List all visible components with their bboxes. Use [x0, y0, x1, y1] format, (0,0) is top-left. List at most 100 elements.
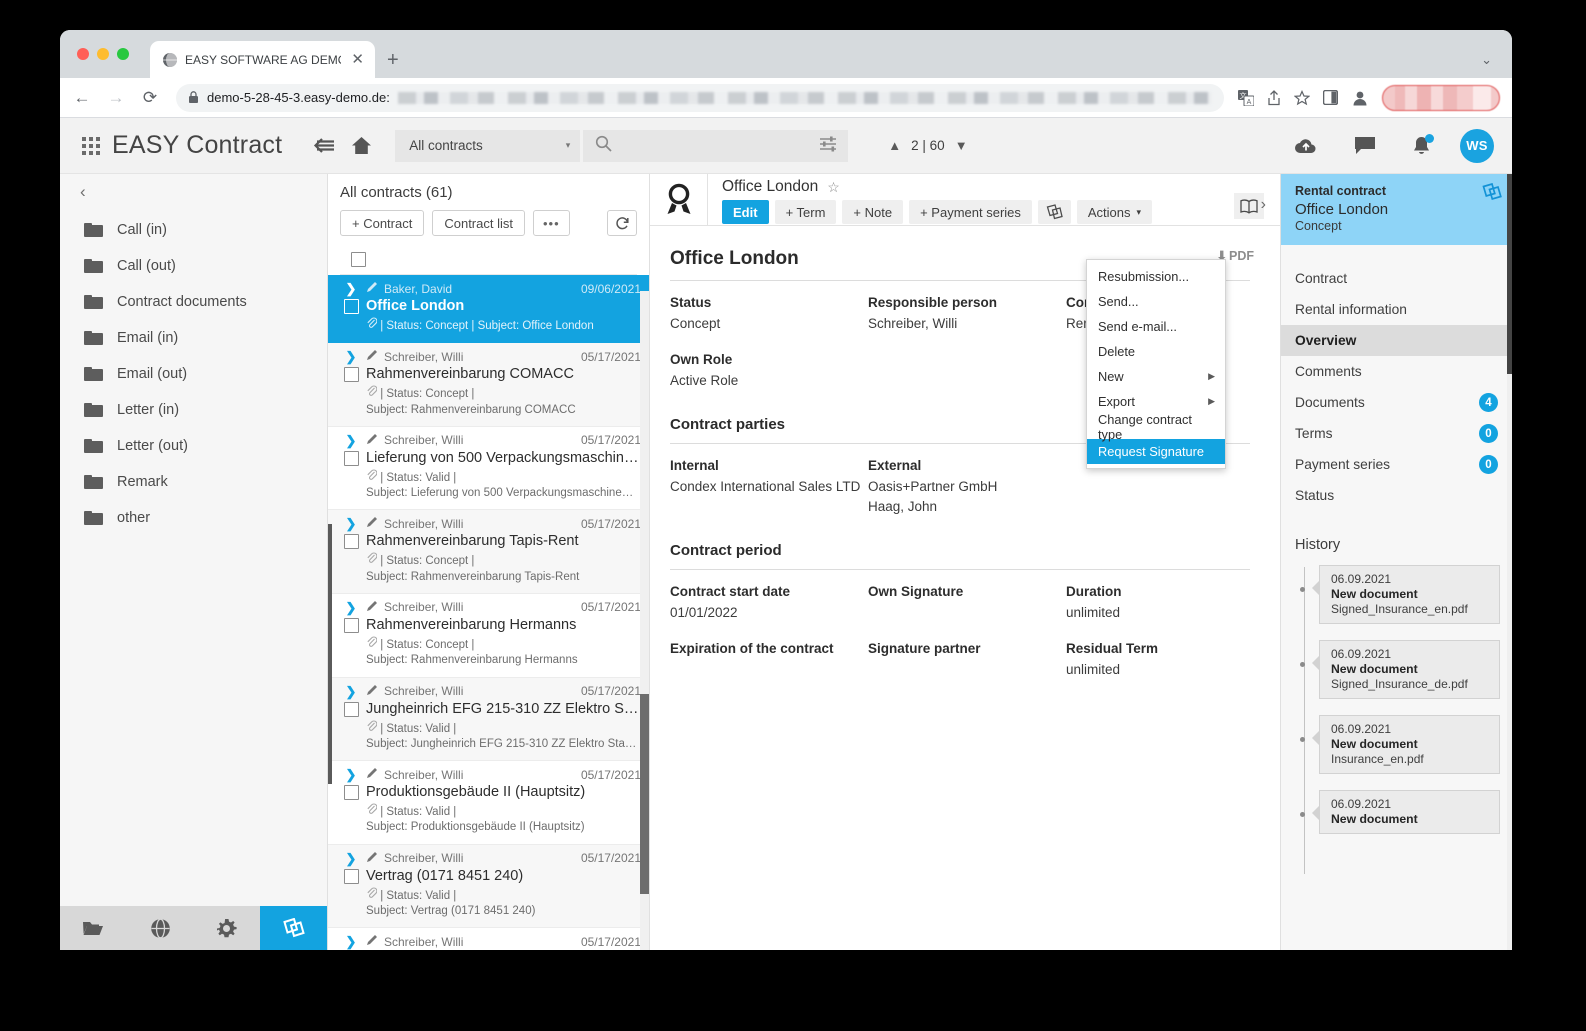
copy-stack-icon[interactable]	[1482, 182, 1502, 206]
collapse-left-icon[interactable]	[313, 137, 337, 154]
expand-row-icon[interactable]: ❯	[346, 768, 357, 781]
menu-item-send-e-mail[interactable]: Send e-mail...	[1087, 314, 1225, 339]
table-row[interactable]: ❯ Schreiber, Willi 05/17/2021 Rahmenvereinb…	[328, 343, 649, 427]
contract-list-scrollbar[interactable]	[640, 291, 649, 950]
sidebar-item-letter-out[interactable]: Letter (out)	[60, 428, 327, 464]
copy-stack-icon[interactable]	[260, 906, 327, 950]
expand-row-icon[interactable]: ❯	[346, 434, 357, 447]
select-all-row[interactable]	[340, 245, 637, 275]
tab-search-chevron-icon[interactable]: ⌄	[1481, 52, 1492, 68]
pager-next-icon[interactable]: ▼	[955, 138, 968, 153]
address-bar[interactable]: demo-5-28-45-3.easy-demo.de:	[176, 83, 1224, 112]
refresh-icon[interactable]	[607, 210, 637, 236]
row-checkbox[interactable]	[343, 299, 359, 314]
favorite-star-icon[interactable]: ☆	[827, 179, 840, 196]
menu-item-resubmission[interactable]: Resubmission...	[1087, 264, 1225, 289]
reload-icon[interactable]: ⟳	[140, 88, 160, 108]
book-open-icon[interactable]	[1234, 193, 1264, 219]
select-all-checkbox[interactable]	[351, 252, 366, 267]
row-checkbox[interactable]	[343, 450, 359, 466]
right-nav-item-rental-information[interactable]: Rental information	[1281, 294, 1512, 325]
close-window-button[interactable]	[77, 48, 89, 60]
folder-open-icon[interactable]	[60, 906, 127, 950]
cloud-upload-icon[interactable]	[1294, 137, 1318, 155]
translate-icon[interactable]: 文 A	[1238, 89, 1254, 106]
table-row[interactable]: ❯ Schreiber, Willi 05/17/2021 Vertrag (0171…	[328, 844, 649, 929]
avatar[interactable]: WS	[1460, 128, 1494, 163]
more-options-button[interactable]: •••	[532, 210, 570, 236]
sidebar-item-call-out[interactable]: Call (out)	[60, 248, 327, 284]
pager-prev-icon[interactable]: ▲	[888, 138, 901, 153]
gear-icon[interactable]	[194, 906, 261, 950]
close-tab-icon[interactable]: ✕	[348, 52, 367, 67]
expand-row-icon[interactable]: ❯	[346, 685, 357, 698]
menu-item-send[interactable]: Send...	[1087, 289, 1225, 314]
table-row[interactable]: ❯ Schreiber, Willi 05/17/2021 Rahmenvereinb…	[328, 510, 649, 594]
contract-list-scroll-thumb[interactable]	[640, 694, 649, 894]
add-payment-series-button[interactable]: + Payment series	[909, 200, 1032, 224]
edit-button[interactable]: Edit	[722, 200, 769, 224]
maximize-window-button[interactable]	[117, 48, 129, 60]
sidebar-item-email-out[interactable]: Email (out)	[60, 356, 327, 392]
profile-avatar-icon[interactable]	[1351, 89, 1369, 107]
menu-item-delete[interactable]: Delete	[1087, 339, 1225, 364]
table-row[interactable]: ❯ Schreiber, Willi 05/17/2021 Jungheinrich …	[328, 677, 649, 762]
right-panel-scrollbar[interactable]	[1507, 174, 1512, 950]
table-row[interactable]: ❯Schreiber, Willi05/17/2021Lieferung von…	[328, 426, 649, 511]
bookmark-star-icon[interactable]	[1294, 89, 1310, 106]
new-tab-button[interactable]: +	[387, 50, 399, 70]
share-icon[interactable]	[1267, 89, 1281, 106]
copy-stack-icon[interactable]	[1037, 200, 1071, 224]
actions-dropdown-menu[interactable]: Resubmission... Send... Send e-mail... Dele…	[1086, 259, 1226, 469]
right-nav-item-terms[interactable]: Terms 0	[1281, 418, 1512, 449]
menu-item-new[interactable]: New ▶	[1087, 364, 1225, 389]
table-row[interactable]: ❯Schreiber, Willi05/17/2021Lieferung von…	[328, 928, 649, 950]
table-row[interactable]: ❯ Schreiber, Willi 05/17/2021 Produktionsge…	[328, 761, 649, 845]
row-checkbox[interactable]	[343, 617, 359, 633]
browser-tab[interactable]: EASY SOFTWARE AG DEMO (C ✕	[150, 41, 375, 78]
expand-row-icon[interactable]: ❯	[346, 852, 357, 865]
sidebar-item-contract-documents[interactable]: Contract documents	[60, 284, 327, 320]
row-checkbox[interactable]	[343, 367, 359, 383]
contract-list-button[interactable]: Contract list	[432, 210, 525, 236]
notification-bell-icon[interactable]	[1412, 133, 1434, 156]
sidebar-item-remark[interactable]: Remark	[60, 464, 327, 500]
minimize-window-button[interactable]	[97, 48, 109, 60]
expand-detail-icon[interactable]: ›	[1261, 196, 1266, 214]
expand-row-icon[interactable]: ❯	[346, 601, 357, 614]
forward-icon[interactable]: →	[106, 88, 126, 108]
table-row[interactable]: ❯ Baker, David 09/06/2021 Office London | S…	[328, 275, 649, 344]
app-grid-icon[interactable]	[78, 133, 104, 159]
actions-dropdown-button[interactable]: Actions ▾	[1076, 200, 1153, 224]
filter-sliders-icon[interactable]	[819, 135, 838, 157]
profile-name-redacted[interactable]	[1382, 84, 1500, 111]
history-entry[interactable]: 06.09.2021 New document Insurance_en.pdf	[1300, 715, 1500, 774]
row-checkbox[interactable]	[343, 701, 359, 717]
row-checkbox[interactable]	[343, 785, 359, 801]
row-checkbox[interactable]	[343, 868, 359, 884]
menu-item-request-signature[interactable]: Request Signature	[1087, 439, 1225, 464]
right-nav-item-contract[interactable]: Contract	[1281, 263, 1512, 294]
right-nav-item-overview[interactable]: Overview	[1281, 325, 1512, 356]
expand-row-icon[interactable]: ❯	[346, 350, 357, 363]
new-contract-button[interactable]: + Contract	[340, 210, 425, 236]
row-checkbox[interactable]	[343, 534, 359, 550]
expand-row-icon[interactable]: ❯	[346, 935, 357, 948]
menu-item-export[interactable]: Export ▶	[1087, 389, 1225, 414]
sidebar-item-email-in[interactable]: Email (in)	[60, 320, 327, 356]
menu-item-change-contract-type[interactable]: Change contract type	[1087, 412, 1225, 442]
sidebar-item-letter-in[interactable]: Letter (in)	[60, 392, 327, 428]
expand-row-icon[interactable]: ❯	[346, 282, 357, 295]
add-term-button[interactable]: + Term	[774, 200, 837, 224]
contract-scope-select[interactable]: All contracts ▾	[395, 129, 581, 162]
right-nav-item-status[interactable]: Status	[1281, 480, 1512, 511]
history-entry[interactable]: 06.09.2021 New document Signed_Insurance_e…	[1300, 565, 1500, 624]
chat-bubble-icon[interactable]	[1354, 136, 1376, 155]
side-panel-icon[interactable]	[1323, 90, 1338, 105]
sidebar-collapse-icon[interactable]: ‹	[80, 182, 86, 202]
right-nav-item-comments[interactable]: Comments	[1281, 356, 1512, 387]
expand-row-icon[interactable]: ❯	[346, 517, 357, 530]
sidebar-item-call-in[interactable]: Call (in)	[60, 212, 327, 248]
right-nav-item-payment-series[interactable]: Payment series 0	[1281, 449, 1512, 480]
globe-icon[interactable]	[127, 906, 194, 950]
